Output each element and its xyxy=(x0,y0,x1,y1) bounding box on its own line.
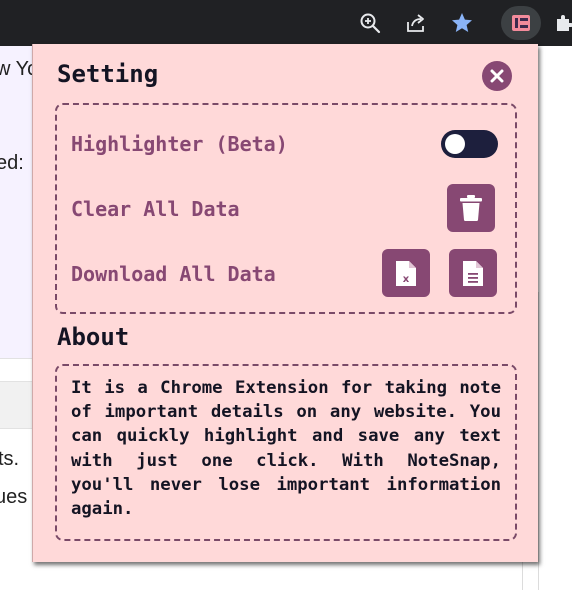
toggle-knob xyxy=(445,134,465,154)
highlighter-toggle[interactable] xyxy=(441,130,498,158)
background-text: ues xyxy=(0,486,28,508)
zoom-icon[interactable] xyxy=(356,9,384,37)
close-button[interactable] xyxy=(482,61,512,91)
excel-file-icon: x xyxy=(396,260,416,286)
download-document-button[interactable] xyxy=(449,249,497,297)
close-icon xyxy=(490,69,504,83)
clear-data-label: Clear All Data xyxy=(71,197,240,221)
about-heading: About xyxy=(57,323,130,351)
background-text: ts. xyxy=(0,448,20,470)
background-text: ed: xyxy=(0,152,24,174)
browser-toolbar xyxy=(0,0,572,46)
divider xyxy=(522,560,523,590)
document-icon xyxy=(463,260,483,286)
download-excel-button[interactable]: x xyxy=(382,249,430,297)
extension-popup: Setting Highlighter (Beta) Clear All Dat… xyxy=(32,44,538,562)
extension-icon[interactable] xyxy=(501,6,541,40)
about-text: It is a Chrome Extension for taking note… xyxy=(71,378,501,520)
about-panel: It is a Chrome Extension for taking note… xyxy=(55,364,517,541)
trash-icon xyxy=(460,195,482,221)
share-icon[interactable] xyxy=(402,9,430,37)
setting-heading: Setting xyxy=(57,60,159,88)
highlighter-label: Highlighter (Beta) xyxy=(71,132,288,156)
excel-file-glyph: x xyxy=(403,274,410,285)
puzzle-icon[interactable] xyxy=(550,9,572,37)
clear-data-button[interactable] xyxy=(447,184,495,232)
download-data-label: Download All Data xyxy=(71,262,276,286)
setting-panel: Highlighter (Beta) Clear All Data Downlo… xyxy=(55,103,517,314)
divider xyxy=(538,292,539,590)
bookmark-star-icon[interactable] xyxy=(448,9,476,37)
